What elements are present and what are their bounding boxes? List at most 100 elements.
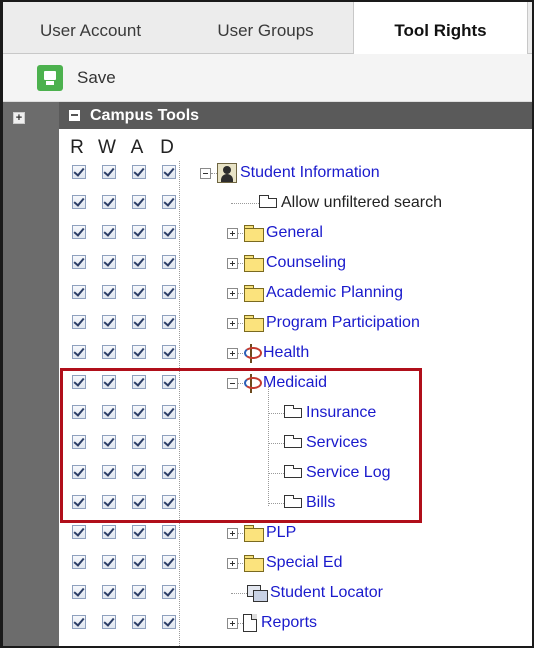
folder-icon <box>243 525 264 542</box>
add-checkbox[interactable] <box>132 585 146 599</box>
add-checkbox[interactable] <box>132 165 146 179</box>
write-checkbox[interactable] <box>102 375 116 389</box>
tree-label[interactable]: PLP <box>266 524 296 542</box>
tree-label[interactable]: Medicaid <box>263 374 327 392</box>
read-checkbox[interactable] <box>72 585 86 599</box>
delete-checkbox[interactable] <box>162 495 176 509</box>
collapse-node-icon[interactable] <box>227 377 238 389</box>
write-checkbox[interactable] <box>102 165 116 179</box>
expand-node-icon[interactable] <box>227 557 238 569</box>
tab-user-groups[interactable]: User Groups <box>178 2 353 54</box>
tree-label[interactable]: Student Information <box>240 164 380 182</box>
write-checkbox[interactable] <box>102 255 116 269</box>
read-checkbox[interactable] <box>72 495 86 509</box>
read-checkbox[interactable] <box>72 255 86 269</box>
tree-label[interactable]: Academic Planning <box>266 284 403 302</box>
read-checkbox[interactable] <box>72 345 86 359</box>
write-checkbox[interactable] <box>102 345 116 359</box>
delete-checkbox[interactable] <box>162 525 176 539</box>
delete-checkbox[interactable] <box>162 195 176 209</box>
add-checkbox[interactable] <box>132 525 146 539</box>
collapse-icon[interactable] <box>69 110 80 121</box>
write-checkbox[interactable] <box>102 285 116 299</box>
expand-node-icon[interactable] <box>227 287 238 299</box>
delete-checkbox[interactable] <box>162 315 176 329</box>
delete-checkbox[interactable] <box>162 255 176 269</box>
expand-node-icon[interactable] <box>227 617 238 629</box>
write-checkbox[interactable] <box>102 195 116 209</box>
column-header-a: A <box>130 137 144 158</box>
add-checkbox[interactable] <box>132 345 146 359</box>
add-checkbox[interactable] <box>132 195 146 209</box>
delete-checkbox[interactable] <box>162 285 176 299</box>
read-checkbox[interactable] <box>72 225 86 239</box>
add-checkbox[interactable] <box>132 465 146 479</box>
delete-checkbox[interactable] <box>162 585 176 599</box>
tree-label[interactable]: Insurance <box>306 404 376 422</box>
write-checkbox[interactable] <box>102 555 116 569</box>
read-checkbox[interactable] <box>72 315 86 329</box>
write-checkbox[interactable] <box>102 405 116 419</box>
expand-node-icon[interactable] <box>227 347 238 359</box>
read-checkbox[interactable] <box>72 465 86 479</box>
add-checkbox[interactable] <box>132 315 146 329</box>
tree-label[interactable]: Counseling <box>266 254 346 272</box>
delete-checkbox[interactable] <box>162 615 176 629</box>
write-checkbox[interactable] <box>102 435 116 449</box>
read-checkbox[interactable] <box>72 285 86 299</box>
tree-row: Medicaid <box>59 368 532 398</box>
expand-node-icon[interactable] <box>227 527 238 539</box>
read-checkbox[interactable] <box>72 405 86 419</box>
collapse-node-icon[interactable] <box>200 167 211 179</box>
tree-label[interactable]: Bills <box>306 494 335 512</box>
add-checkbox[interactable] <box>132 495 146 509</box>
expand-node-icon[interactable] <box>227 227 238 239</box>
tree-label[interactable]: Service Log <box>306 464 391 482</box>
tree-label[interactable]: Program Participation <box>266 314 420 332</box>
expand-all-button[interactable]: + <box>13 112 25 124</box>
delete-checkbox[interactable] <box>162 405 176 419</box>
write-checkbox[interactable] <box>102 225 116 239</box>
write-checkbox[interactable] <box>102 615 116 629</box>
tree-node: Special Ed <box>227 548 343 578</box>
delete-checkbox[interactable] <box>162 165 176 179</box>
tree-label[interactable]: Reports <box>261 614 317 632</box>
tab-tool-rights[interactable]: Tool Rights <box>353 2 528 55</box>
read-checkbox[interactable] <box>72 375 86 389</box>
delete-checkbox[interactable] <box>162 465 176 479</box>
add-checkbox[interactable] <box>132 375 146 389</box>
write-checkbox[interactable] <box>102 525 116 539</box>
read-checkbox[interactable] <box>72 435 86 449</box>
tree-label[interactable]: Health <box>263 344 309 362</box>
expand-node-icon[interactable] <box>227 317 238 329</box>
tree-label[interactable]: General <box>266 224 323 242</box>
delete-checkbox[interactable] <box>162 555 176 569</box>
write-checkbox[interactable] <box>102 465 116 479</box>
add-checkbox[interactable] <box>132 225 146 239</box>
read-checkbox[interactable] <box>72 525 86 539</box>
delete-checkbox[interactable] <box>162 435 176 449</box>
tree-label[interactable]: Special Ed <box>266 554 343 572</box>
add-checkbox[interactable] <box>132 435 146 449</box>
read-checkbox[interactable] <box>72 555 86 569</box>
expand-node-icon[interactable] <box>227 257 238 269</box>
delete-checkbox[interactable] <box>162 375 176 389</box>
tab-user-account[interactable]: User Account <box>3 2 178 54</box>
tree-label[interactable]: Services <box>306 434 367 452</box>
read-checkbox[interactable] <box>72 615 86 629</box>
delete-checkbox[interactable] <box>162 345 176 359</box>
add-checkbox[interactable] <box>132 405 146 419</box>
tree-connector <box>268 412 284 414</box>
delete-checkbox[interactable] <box>162 225 176 239</box>
write-checkbox[interactable] <box>102 495 116 509</box>
add-checkbox[interactable] <box>132 615 146 629</box>
tree-label[interactable]: Student Locator <box>270 584 383 602</box>
save-button[interactable]: Save <box>37 63 116 93</box>
read-checkbox[interactable] <box>72 165 86 179</box>
add-checkbox[interactable] <box>132 555 146 569</box>
write-checkbox[interactable] <box>102 315 116 329</box>
add-checkbox[interactable] <box>132 285 146 299</box>
add-checkbox[interactable] <box>132 255 146 269</box>
read-checkbox[interactable] <box>72 195 86 209</box>
write-checkbox[interactable] <box>102 585 116 599</box>
